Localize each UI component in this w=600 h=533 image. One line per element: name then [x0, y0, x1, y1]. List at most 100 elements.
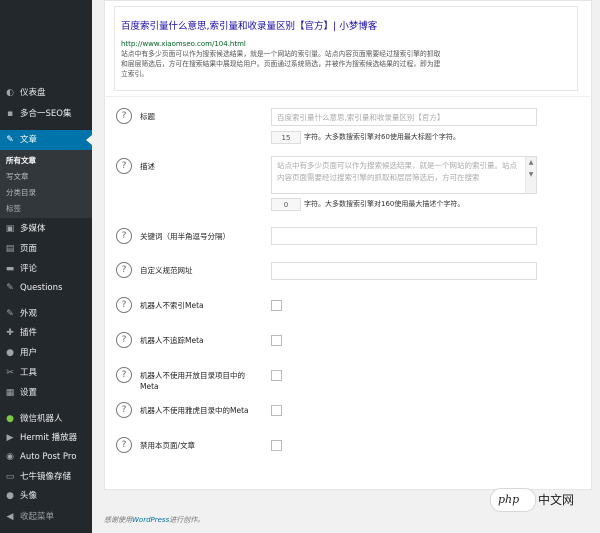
sidebar-item-posts[interactable]: ✎ 文章: [0, 130, 92, 150]
sidebar-item-autopost[interactable]: ◉ Auto Post Pro: [0, 447, 92, 467]
sidebar-item-comments[interactable]: ▬ 评论: [0, 259, 92, 279]
sidebar-item-plugins[interactable]: ✚ 插件: [0, 323, 92, 343]
sidebar-item-avatar[interactable]: ● 头像: [0, 486, 92, 506]
keywords-input[interactable]: [271, 227, 537, 245]
sidebar-item-media[interactable]: ▣ 多媒体: [0, 219, 92, 239]
pages-icon: ▤: [5, 244, 15, 254]
sidebar-item-label: Questions: [20, 283, 63, 293]
media-icon: ▣: [5, 224, 15, 234]
player-icon: ▶: [6, 433, 14, 443]
sidebar-item-label: 仪表盘: [20, 88, 46, 98]
snippet-title: 百度索引量什么意思,索引量和收录量区别【官方】| 小梦博客: [121, 21, 378, 32]
submenu-all-posts[interactable]: 所有文章: [6, 155, 36, 166]
sidebar-item-label: 外观: [20, 309, 38, 319]
avatar-icon: ●: [6, 491, 14, 501]
footer-prefix: 感谢使用: [104, 516, 132, 524]
sidebar-item-label: 微信机器人: [20, 414, 63, 424]
sidebar-item-users[interactable]: ● 用户: [0, 343, 92, 363]
admin-sidebar: ◐ 仪表盘 ▪ 多合一SEO集 ✎ 文章 所有文章 写文章 分类目录 标签 ▣ 多媒体 …: [0, 0, 92, 533]
help-icon[interactable]: ?: [116, 158, 132, 174]
sidebar-item-label: 文章: [20, 135, 38, 145]
sidebar-item-label: 收起菜单: [20, 512, 55, 522]
submenu-tags[interactable]: 标签: [6, 203, 21, 214]
sidebar-item-tools[interactable]: ✂ 工具: [0, 363, 92, 383]
php-logo-text: php: [498, 493, 520, 506]
sidebar-item-appearance[interactable]: ✎ 外观: [0, 304, 92, 324]
sidebar-item-label: 多合一SEO集: [20, 109, 72, 119]
noodp-label: 机器人不使用开放目录项目中的Meta: [140, 371, 245, 391]
sidebar-item-label: Auto Post Pro: [20, 452, 77, 462]
help-icon[interactable]: ?: [116, 367, 132, 383]
sidebar-item-wechat[interactable]: ● 微信机器人: [0, 409, 92, 429]
help-icon[interactable]: ?: [116, 437, 132, 453]
disable-checkbox[interactable]: [271, 440, 282, 451]
submenu-new-post[interactable]: 写文章: [6, 171, 29, 182]
wechat-icon: ●: [6, 414, 14, 424]
sidebar-item-label: 头像: [20, 491, 38, 501]
snippet-url: http://www.xiaomseo.com/104.html: [121, 40, 246, 48]
help-icon[interactable]: ?: [116, 228, 132, 244]
snippet-description: 站点中有多少页面可以作为搜索候选结果，就是一个网站的索引量。站点内容页面需要经过…: [121, 50, 441, 78]
sidebar-item-label: 多媒体: [20, 224, 46, 234]
help-icon[interactable]: ?: [116, 402, 132, 418]
sidebar-item-label: 工具: [20, 368, 38, 378]
users-icon: ●: [6, 348, 14, 358]
sidebar-item-hermit[interactable]: ▶ Hermit 播放器: [0, 428, 92, 448]
help-icon[interactable]: ?: [116, 262, 132, 278]
description-placeholder: 站点中有多少页面可以作为搜索候选结果，就是一个网站的索引量。站点内容页面需要经过…: [277, 161, 517, 182]
watermark: php 中文网: [490, 487, 594, 513]
settings-icon: ▦: [5, 388, 15, 398]
textarea-scrollbar[interactable]: ▲ ▼: [525, 157, 536, 193]
dashboard-icon: ◐: [6, 88, 14, 98]
tools-icon: ✂: [6, 368, 14, 378]
seo-pack-icon: ▪: [6, 109, 14, 119]
sidebar-item-label: 用户: [20, 348, 38, 358]
sidebar-item-label: 七牛镜像存储: [20, 472, 72, 482]
submenu-categories[interactable]: 分类目录: [6, 187, 36, 198]
sidebar-item-label: 插件: [20, 328, 38, 338]
help-icon[interactable]: ?: [116, 332, 132, 348]
comments-icon: ▬: [5, 264, 15, 274]
plugins-icon: ✚: [6, 328, 14, 338]
autopost-icon: ◉: [6, 452, 14, 462]
noodp-checkbox[interactable]: [271, 370, 282, 381]
title-char-counter: 15: [271, 131, 301, 144]
admin-footer: 感谢使用WordPress进行创作。: [104, 515, 204, 525]
keywords-label: 关键词（用半角逗号分隔）: [140, 232, 230, 241]
sidebar-item-qiniu[interactable]: ▭ 七牛镜像存储: [0, 467, 92, 487]
sidebar-collapse-menu[interactable]: ◀ 收起菜单: [0, 507, 92, 527]
noydir-label: 机器人不使用雅虎目录中的Meta: [140, 406, 249, 415]
sidebar-item-seo[interactable]: ▪ 多合一SEO集: [0, 104, 92, 124]
questions-pin-icon: ✎: [6, 283, 14, 293]
description-counter-note: 字符。大多数搜索引擎对160使用最大描述个字符。: [304, 200, 465, 208]
canonical-url-input[interactable]: [271, 262, 537, 280]
title-input[interactable]: 百度索引量什么意思,索引量和收录量区别【官方】: [271, 108, 537, 126]
pin-icon: ✎: [6, 135, 14, 145]
php-logo: php: [490, 488, 536, 512]
noydir-checkbox[interactable]: [271, 405, 282, 416]
noindex-checkbox[interactable]: [271, 300, 282, 311]
canonical-url-label: 自定义规范网址: [140, 266, 193, 275]
title-counter-note: 字符。大多数搜索引擎对60使用最大标题个字符。: [304, 133, 460, 141]
disable-label: 禁用本页面/文章: [140, 441, 196, 450]
appearance-icon: ✎: [6, 309, 14, 319]
sidebar-item-questions[interactable]: ✎ Questions: [0, 278, 92, 298]
nofollow-checkbox[interactable]: [271, 335, 282, 346]
footer-suffix: 进行创作。: [169, 516, 205, 524]
sidebar-item-label: Hermit 播放器: [20, 433, 78, 443]
sidebar-item-settings[interactable]: ▦ 设置: [0, 383, 92, 403]
noindex-label: 机器人不索引Meta: [140, 301, 204, 310]
sidebar-item-label: 页面: [20, 244, 38, 254]
sidebar-item-label: 设置: [20, 388, 38, 398]
help-icon[interactable]: ?: [116, 108, 132, 124]
sidebar-item-dashboard[interactable]: ◐ 仪表盘: [0, 83, 92, 103]
description-char-counter: 0: [271, 198, 301, 211]
help-icon[interactable]: ?: [116, 297, 132, 313]
wordpress-link[interactable]: WordPress: [132, 516, 169, 524]
sidebar-item-label: 评论: [20, 264, 38, 274]
watermark-text: 中文网: [538, 493, 575, 507]
sidebar-item-pages[interactable]: ▤ 页面: [0, 239, 92, 259]
collapse-icon: ◀: [6, 512, 14, 522]
description-textarea[interactable]: 站点中有多少页面可以作为搜索候选结果，就是一个网站的索引量。站点内容页面需要经过…: [271, 156, 537, 194]
divider: [104, 96, 590, 97]
